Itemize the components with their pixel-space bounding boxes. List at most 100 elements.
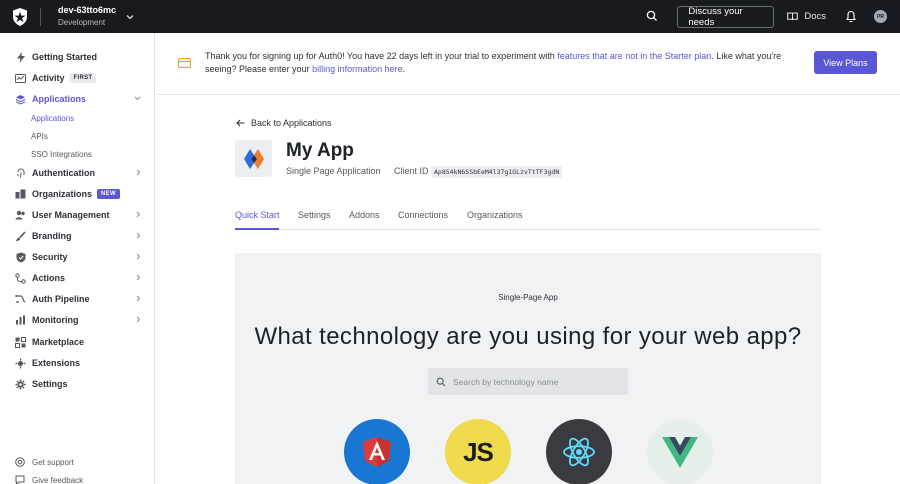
sidebar-item-label: Marketplace bbox=[32, 337, 85, 347]
tech-react[interactable] bbox=[546, 419, 612, 484]
brush-icon bbox=[15, 230, 26, 242]
app-logo-icon bbox=[235, 140, 272, 177]
sidebar-item-marketplace[interactable]: Marketplace bbox=[0, 332, 155, 352]
back-label: Back to Applications bbox=[251, 118, 332, 128]
back-to-applications-link[interactable]: Back to Applications bbox=[236, 118, 332, 128]
tab-quick-start[interactable]: Quick Start bbox=[235, 210, 280, 220]
topbar-divider bbox=[40, 7, 41, 26]
quickstart-panel: Single-Page App What technology are you … bbox=[235, 253, 821, 484]
view-plans-button[interactable]: View Plans bbox=[814, 51, 877, 74]
help-icon bbox=[15, 457, 25, 467]
client-id-value[interactable]: Ap8S4kN6SSbEeM4l37g1GLzvTtTF3gdN bbox=[431, 166, 563, 178]
tenant-environment: Development bbox=[58, 18, 106, 27]
get-support-link[interactable]: Get support bbox=[15, 457, 74, 467]
sidebar-item-label: Settings bbox=[32, 379, 68, 389]
chevron-up-icon bbox=[134, 95, 141, 101]
active-tab-indicator bbox=[235, 228, 279, 230]
actions-icon bbox=[15, 272, 26, 284]
tab-addons[interactable]: Addons bbox=[349, 210, 380, 220]
give-feedback-label: Give feedback bbox=[32, 475, 84, 484]
sidebar-item-label: User Management bbox=[32, 210, 110, 220]
sidebar-item-label: Security bbox=[32, 252, 68, 262]
avatar[interactable]: PR bbox=[874, 10, 887, 23]
sidebar-item-organizations[interactable]: Organizations NEW bbox=[0, 184, 155, 204]
quickstart-title: What technology are you using for your w… bbox=[254, 323, 802, 350]
docs-label: Docs bbox=[804, 11, 826, 22]
auth0-logo-icon[interactable] bbox=[0, 0, 40, 33]
sidebar-item-activity[interactable]: Activity FIRST bbox=[0, 68, 155, 88]
tab-connections[interactable]: Connections bbox=[398, 210, 448, 220]
sidebar-item-monitoring[interactable]: Monitoring bbox=[0, 310, 155, 330]
sidebar-item-extensions[interactable]: Extensions bbox=[0, 353, 155, 373]
sidebar-item-label: Monitoring bbox=[32, 315, 79, 325]
chevron-down-icon bbox=[126, 14, 134, 20]
docs-link[interactable]: Docs bbox=[787, 11, 826, 22]
sidebar-item-label: Authentication bbox=[32, 168, 95, 178]
tenant-selector[interactable]: dev-63tto6mc Development bbox=[58, 4, 134, 29]
vue-icon bbox=[662, 436, 698, 468]
sidebar-item-settings[interactable]: Settings bbox=[0, 374, 155, 394]
sidebar-item-applications[interactable]: Applications bbox=[0, 89, 155, 109]
sidebar-item-security[interactable]: Security bbox=[0, 247, 155, 267]
gear-icon bbox=[15, 379, 26, 390]
sidebar-item-auth-pipeline[interactable]: Auth Pipeline bbox=[0, 289, 155, 309]
search-icon[interactable] bbox=[646, 10, 660, 24]
app-title: My App bbox=[286, 140, 354, 161]
chevron-right-icon bbox=[135, 169, 141, 176]
technology-search[interactable] bbox=[428, 368, 628, 395]
sidebar-item-user-management[interactable]: User Management bbox=[0, 205, 155, 225]
sidebar-item-label: Branding bbox=[32, 231, 72, 241]
activity-icon bbox=[15, 73, 26, 84]
sidebar-item-label: Applications bbox=[32, 94, 87, 104]
bell-icon[interactable] bbox=[845, 10, 859, 24]
tab-settings[interactable]: Settings bbox=[298, 210, 331, 220]
sidebar-item-authentication[interactable]: Authentication bbox=[0, 163, 155, 183]
chart-icon bbox=[15, 315, 26, 326]
tenant-name: dev-63tto6mc bbox=[58, 5, 117, 15]
users-icon bbox=[15, 210, 26, 221]
trial-text-3: . bbox=[402, 64, 406, 74]
pipeline-icon bbox=[15, 294, 26, 305]
sidebar-item-getting-started[interactable]: Getting Started bbox=[0, 47, 155, 67]
app-type: Single Page Application bbox=[286, 166, 381, 176]
tech-angular[interactable] bbox=[344, 419, 410, 484]
trial-text-1: Thank you for signing up for Auth0! You … bbox=[205, 51, 558, 61]
new-badge: NEW bbox=[97, 189, 120, 199]
sidebar-item-actions[interactable]: Actions bbox=[0, 268, 155, 288]
sidebar-item-label: Organizations bbox=[32, 189, 93, 199]
building-icon bbox=[15, 189, 26, 200]
js-icon: JS bbox=[463, 436, 494, 467]
puzzle-icon bbox=[15, 358, 26, 369]
tech-javascript[interactable]: JS bbox=[445, 419, 511, 484]
tech-vue[interactable] bbox=[647, 419, 713, 484]
quickstart-kicker: Single-Page App bbox=[498, 293, 558, 302]
chevron-right-icon bbox=[135, 274, 141, 281]
sidebar-subitem-applications[interactable]: Applications bbox=[31, 114, 74, 123]
give-feedback-link[interactable]: Give feedback bbox=[15, 475, 83, 484]
arrow-left-icon bbox=[236, 119, 245, 127]
get-support-label: Get support bbox=[32, 457, 74, 467]
tab-organizations[interactable]: Organizations bbox=[467, 210, 523, 220]
feedback-icon bbox=[15, 475, 25, 484]
sidebar-item-label: Getting Started bbox=[32, 52, 98, 62]
shield-icon bbox=[15, 252, 26, 263]
sidebar-item-label: Auth Pipeline bbox=[32, 294, 90, 304]
client-id-label: Client ID bbox=[394, 166, 429, 176]
sidebar-subitem-sso-integrations[interactable]: SSO Integrations bbox=[31, 150, 92, 159]
book-icon bbox=[787, 12, 799, 21]
first-badge: FIRST bbox=[69, 73, 97, 83]
top-bar: dev-63tto6mc Development Discuss your ne… bbox=[0, 0, 900, 33]
fingerprint-icon bbox=[15, 167, 26, 179]
marketplace-icon bbox=[15, 336, 26, 348]
starter-plan-features-link[interactable]: features that are not in the Starter pla… bbox=[557, 51, 711, 61]
discuss-your-needs-button[interactable]: Discuss your needs bbox=[677, 5, 775, 28]
trial-banner: Thank you for signing up for Auth0! You … bbox=[156, 33, 900, 95]
react-icon bbox=[563, 437, 595, 467]
technology-search-input[interactable] bbox=[453, 376, 613, 387]
sidebar-subitem-apis[interactable]: APIs bbox=[31, 132, 48, 141]
billing-information-link[interactable]: billing information here bbox=[312, 64, 403, 74]
sidebar-item-branding[interactable]: Branding bbox=[0, 226, 155, 246]
sidebar-item-label: Extensions bbox=[32, 358, 81, 368]
chevron-right-icon bbox=[135, 295, 141, 302]
chevron-right-icon bbox=[135, 316, 141, 323]
